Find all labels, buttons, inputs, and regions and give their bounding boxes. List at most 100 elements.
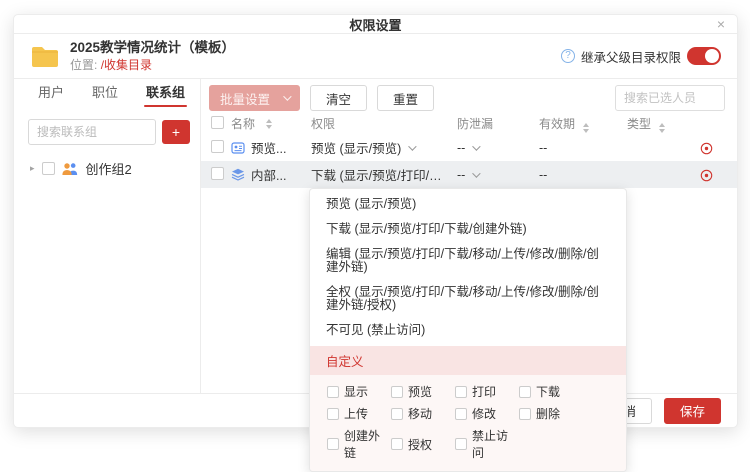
table-row: 预览... 预览 (显示/预览) -- -- [201,134,737,161]
column-expiry-label: 有效期 [539,116,576,131]
column-leakproof: 防泄漏 [457,117,494,131]
checkbox[interactable] [455,385,467,398]
inherit-toggle[interactable] [687,47,721,65]
dropdown-option-custom[interactable]: 自定义 [310,346,626,375]
custom-option-label: 删除 [536,407,561,421]
selected-member-search-input[interactable] [615,85,725,111]
custom-option-print[interactable]: 打印 [455,383,519,400]
expiry-value: -- [539,167,548,182]
permission-select[interactable]: 下载 (显示/预览/打印/下载/创... [311,165,457,184]
location-link[interactable]: /收集目录 [101,58,152,72]
leakproof-value: -- [457,140,466,155]
batch-set-button[interactable]: 批量设置 [209,85,301,111]
custom-option-move[interactable]: 移动 [391,405,455,422]
custom-option-display[interactable]: 显示 [327,383,391,400]
location-label: 位置: [70,58,98,72]
clear-button[interactable]: 清空 [310,85,368,111]
custom-option-preview[interactable]: 预览 [391,383,455,400]
chevron-down-icon [408,141,417,151]
row-name: 内部... [251,169,287,183]
dialog-body: 用户 职位 联系组 + ▸ 创作组2 [14,79,737,472]
layers-icon [231,168,245,181]
custom-option-forbid[interactable]: 禁止访问 [455,427,519,461]
tree-item-label: 创作组2 [85,162,132,177]
tab-positions[interactable]: 职位 [92,79,118,109]
table-header: 名称 权限 防泄漏 有效期 类型 [201,113,737,134]
permission-value: 下载 (显示/预览/打印/下载/创... [311,169,443,183]
custom-option-label: 创建外链 [344,429,381,460]
dialog-title: 权限设置 [349,17,402,33]
column-expiry[interactable]: 有效期 [539,115,627,133]
custom-option-label: 预览 [408,385,433,399]
permission-select[interactable]: 预览 (显示/预览) [311,138,457,157]
custom-option-upload[interactable]: 上传 [327,405,391,422]
dropdown-option-invisible[interactable]: 不可见 (禁止访问) [310,318,626,343]
checkbox[interactable] [519,385,531,398]
dropdown-option-edit[interactable]: 编辑 (显示/预览/打印/下载/移动/上传/修改/删除/创建外链) [310,242,626,280]
tree-item-contact-group[interactable]: ▸ 创作组2 [14,145,200,178]
leakproof-select[interactable]: -- [457,168,539,182]
column-permission: 权限 [311,117,336,131]
toolbar: 批量设置 清空 重置 [201,79,737,113]
column-name[interactable]: 名称 [231,115,311,132]
custom-option-delete[interactable]: 删除 [519,405,583,422]
sort-icon[interactable] [583,122,590,133]
table-row: 内部... 下载 (显示/预览/打印/下载/创... -- -- [201,161,737,188]
badge-icon [231,141,245,154]
custom-option-label: 下载 [536,385,561,399]
close-icon[interactable]: × [717,17,725,31]
column-type[interactable]: 类型 [627,115,689,133]
inherit-label: 继承父级目录权限 [580,50,681,65]
tab-contact-groups[interactable]: 联系组 [144,79,188,109]
remove-icon[interactable] [700,140,713,154]
dropdown-option-full[interactable]: 全权 (显示/预览/打印/下载/移动/上传/修改/删除/创建外链/授权) [310,280,626,318]
custom-option-label: 显示 [344,385,369,399]
contact-group-search-row: + [14,109,200,145]
leakproof-select[interactable]: -- [457,141,539,155]
help-icon[interactable]: ? [560,49,575,63]
add-contact-group-button[interactable]: + [162,120,190,144]
tree-item-checkbox[interactable] [41,162,55,175]
chevron-down-icon [472,141,481,151]
checkbox[interactable] [391,407,403,420]
checkbox[interactable] [327,407,339,420]
custom-option-label: 禁止访问 [472,429,509,460]
tab-users[interactable]: 用户 [38,79,64,109]
contact-group-search-input[interactable] [28,119,156,145]
permission-settings-dialog: 权限设置 × 2025教学情况统计（模板） 位置: /收集目录 ? 继承父级目录… [13,14,738,472]
checkbox[interactable] [391,385,403,398]
custom-option-external-link[interactable]: 创建外链 [327,427,391,461]
remove-icon[interactable] [700,167,713,181]
reset-button[interactable]: 重置 [377,85,435,111]
dropdown-option-download[interactable]: 下载 (显示/预览/打印/下载/创建外链) [310,217,626,242]
file-location: 位置: /收集目录 [70,57,235,73]
column-type-label: 类型 [627,116,652,131]
dropdown-option-preview[interactable]: 预览 (显示/预览) [310,189,626,217]
select-all-checkbox[interactable] [211,115,224,129]
expand-arrow-icon[interactable]: ▸ [30,163,35,174]
batch-set-label: 批量设置 [220,92,271,107]
custom-option-download[interactable]: 下载 [519,383,583,400]
file-header: 2025教学情况统计（模板） 位置: /收集目录 ? 继承父级目录权限 [14,34,737,79]
checkbox[interactable] [519,407,531,420]
custom-option-authorize[interactable]: 授权 [391,427,455,461]
member-picker-pane: 用户 职位 联系组 + ▸ 创作组2 [14,79,201,395]
row-checkbox[interactable] [211,139,224,153]
custom-option-label: 修改 [472,407,497,421]
permission-dropdown-panel: 预览 (显示/预览) 下载 (显示/预览/打印/下载/创建外链) 编辑 (显示/… [309,188,627,472]
chevron-down-icon [283,92,292,101]
people-group-icon [61,162,79,176]
chevron-down-icon [472,168,481,178]
save-button[interactable]: 保存 [663,397,721,424]
permission-list-pane: 批量设置 清空 重置 名称 权限 防泄漏 有效期 [201,79,737,472]
row-checkbox[interactable] [211,166,224,180]
member-tabs: 用户 职位 联系组 [14,79,200,109]
leakproof-value: -- [457,167,466,182]
permission-value: 预览 (显示/预览) [311,142,402,156]
checkbox[interactable] [327,385,339,398]
custom-option-modify[interactable]: 修改 [455,405,519,422]
checkbox[interactable] [455,407,467,420]
inherit-permission-control: ? 继承父级目录权限 [560,47,721,66]
sort-icon[interactable] [659,122,666,133]
sort-icon[interactable] [266,118,273,129]
